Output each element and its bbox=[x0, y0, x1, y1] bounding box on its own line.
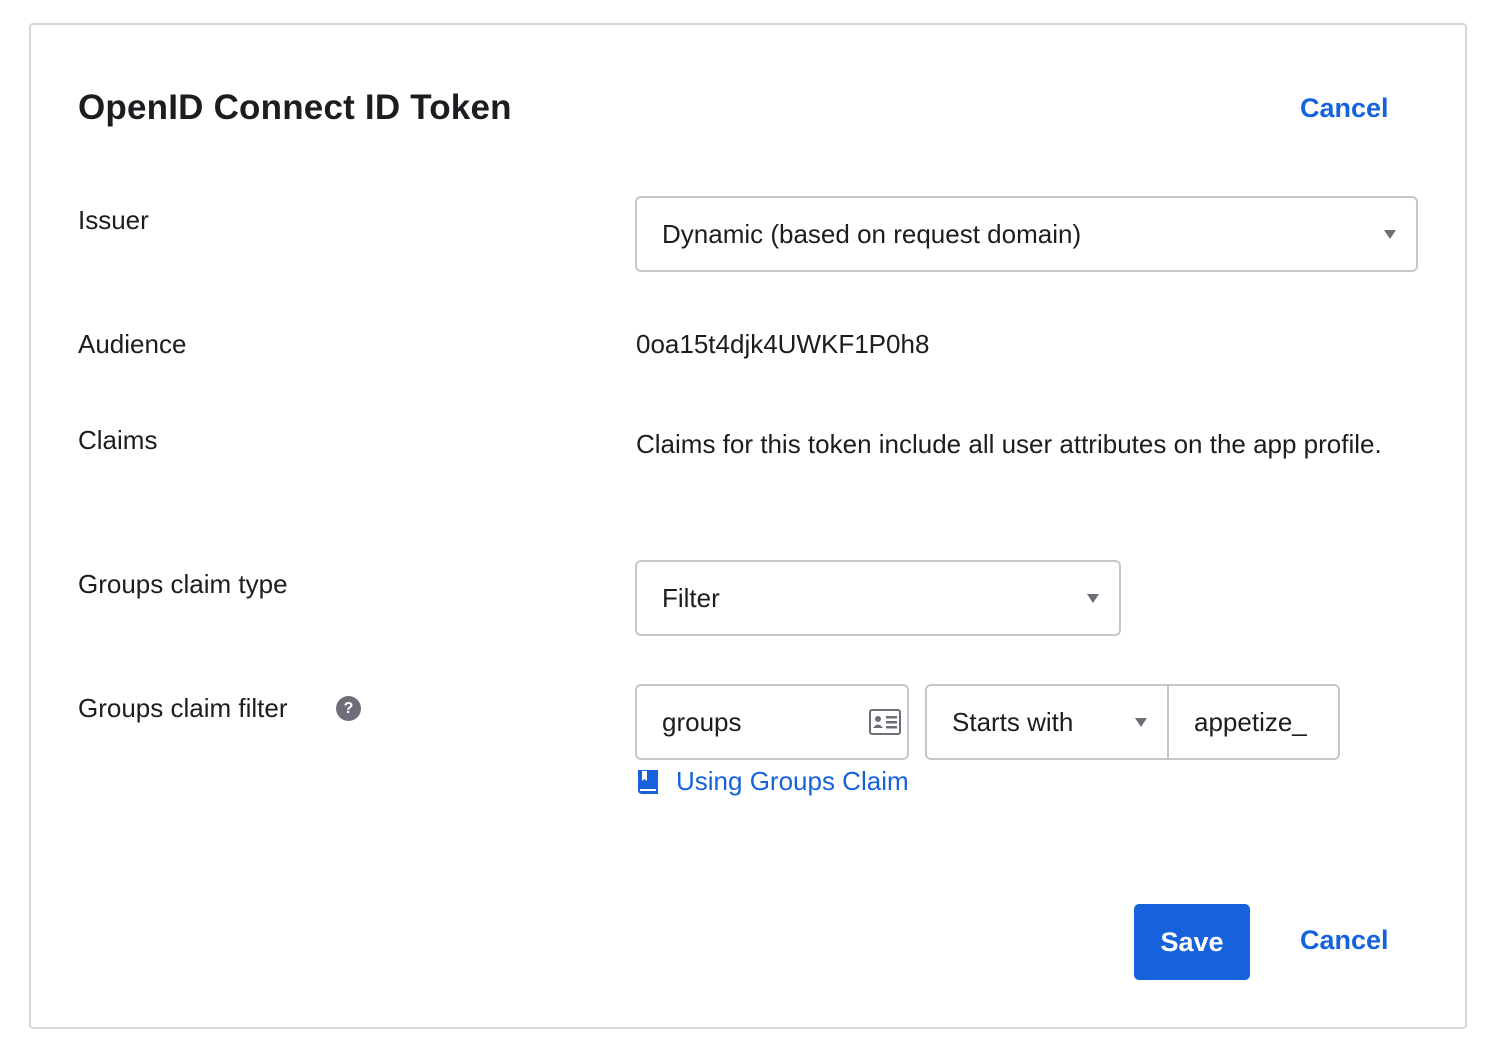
dialog-title: OpenID Connect ID Token bbox=[78, 88, 512, 127]
using-groups-claim-label: Using Groups Claim bbox=[676, 766, 909, 796]
groups-claim-type-select[interactable]: Filter bbox=[635, 560, 1121, 636]
cancel-button-bottom[interactable]: Cancel bbox=[1300, 925, 1389, 956]
audience-value: 0oa15t4djk4UWKF1P0h8 bbox=[636, 329, 930, 359]
question-circle-icon[interactable]: ? bbox=[336, 696, 361, 721]
contact-card-icon bbox=[869, 709, 901, 735]
caret-down-icon bbox=[1087, 594, 1099, 603]
book-icon bbox=[638, 769, 658, 794]
cancel-button-top[interactable]: Cancel bbox=[1300, 93, 1389, 124]
operator-selected: Starts with bbox=[952, 706, 1074, 737]
claim-name-value: groups bbox=[662, 706, 742, 737]
claims-label: Claims bbox=[78, 425, 158, 455]
caret-down-icon bbox=[1384, 230, 1396, 239]
audience-label: Audience bbox=[78, 329, 187, 359]
groups-claim-type-selected: Filter bbox=[662, 582, 720, 613]
token-settings-panel bbox=[29, 23, 1467, 1029]
issuer-label: Issuer bbox=[78, 205, 149, 235]
groups-claim-type-label: Groups claim type bbox=[78, 569, 288, 599]
issuer-select[interactable]: Dynamic (based on request domain) bbox=[635, 196, 1418, 272]
operator-select[interactable]: Starts with bbox=[925, 684, 1169, 760]
groups-claim-filter-label: Groups claim filter bbox=[78, 693, 288, 723]
caret-down-icon bbox=[1135, 718, 1147, 727]
filter-value: appetize_ bbox=[1194, 706, 1307, 737]
issuer-selected-value: Dynamic (based on request domain) bbox=[662, 218, 1082, 249]
save-button[interactable]: Save bbox=[1134, 904, 1250, 980]
claim-name-input[interactable]: groups bbox=[635, 684, 909, 760]
claims-description: Claims for this token include all user a… bbox=[636, 429, 1382, 459]
filter-value-input[interactable]: appetize_ bbox=[1167, 684, 1340, 760]
using-groups-claim-link[interactable]: Using Groups Claim bbox=[636, 766, 909, 797]
